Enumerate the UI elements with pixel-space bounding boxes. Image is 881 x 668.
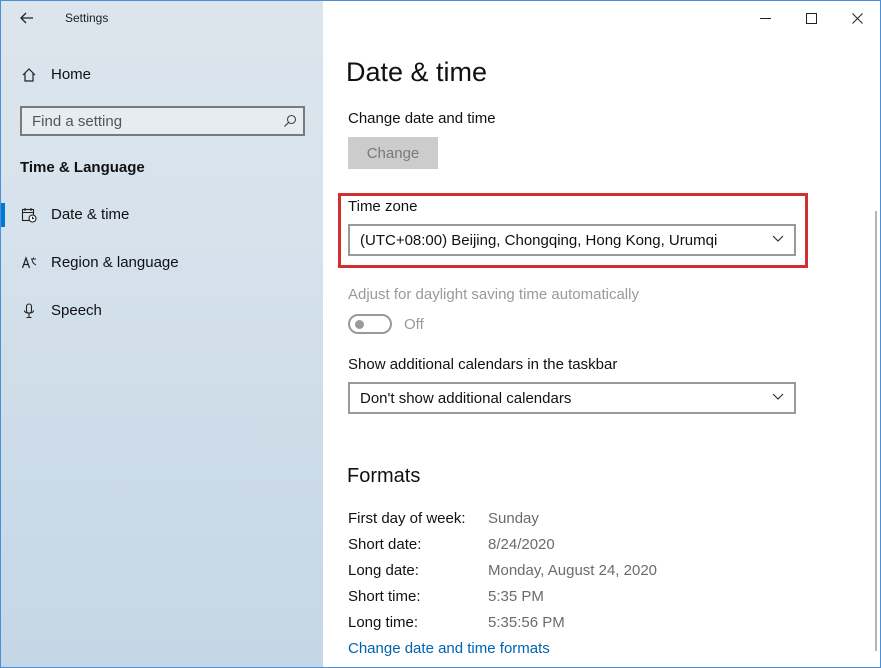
format-value: 8/24/2020 bbox=[488, 536, 555, 553]
dst-label: Adjust for daylight saving time automati… bbox=[348, 286, 639, 303]
time-zone-value: (UTC+08:00) Beijing, Chongqing, Hong Kon… bbox=[360, 232, 718, 249]
calendar-clock-icon bbox=[21, 208, 37, 223]
home-icon bbox=[22, 68, 36, 82]
maximize-button[interactable] bbox=[788, 1, 834, 35]
sidebar-item-label: Home bbox=[51, 66, 92, 83]
sidebar-item-region-language[interactable]: Region & language bbox=[1, 243, 323, 283]
microphone-icon bbox=[23, 303, 35, 319]
search-box[interactable] bbox=[20, 106, 305, 136]
format-value: 5:35:56 PM bbox=[488, 614, 565, 631]
settings-window: Settings Home Time & Language D bbox=[0, 0, 881, 668]
dst-state: Off bbox=[404, 316, 424, 333]
sidebar-item-label: Region & language bbox=[51, 254, 179, 271]
region-language-icon bbox=[21, 256, 37, 269]
sidebar-item-label: Speech bbox=[51, 302, 102, 319]
scrollbar[interactable] bbox=[875, 211, 877, 651]
calendars-dropdown[interactable]: Don't show additional calendars bbox=[348, 382, 796, 414]
back-button[interactable] bbox=[11, 5, 43, 31]
change-button[interactable]: Change bbox=[348, 137, 438, 169]
section-heading: Time & Language bbox=[20, 159, 145, 176]
app-title: Settings bbox=[65, 11, 109, 25]
close-button[interactable] bbox=[834, 1, 880, 35]
minimize-icon bbox=[759, 17, 771, 19]
dst-toggle[interactable] bbox=[348, 314, 392, 334]
formats-heading: Formats bbox=[347, 465, 421, 487]
change-date-label: Change date and time bbox=[348, 110, 496, 127]
back-arrow-icon bbox=[20, 12, 33, 24]
search-icon[interactable] bbox=[283, 114, 297, 128]
maximize-icon bbox=[805, 12, 817, 24]
sidebar-item-speech[interactable]: Speech bbox=[1, 291, 323, 331]
calendars-label: Show additional calendars in the taskbar bbox=[348, 356, 618, 373]
close-icon bbox=[851, 12, 863, 24]
chevron-down-icon bbox=[772, 235, 784, 242]
format-value: 5:35 PM bbox=[488, 588, 544, 605]
sidebar: Settings Home Time & Language D bbox=[1, 1, 323, 667]
format-value: Monday, August 24, 2020 bbox=[488, 562, 658, 579]
minimize-button[interactable] bbox=[742, 1, 788, 35]
sidebar-item-label: Date & time bbox=[51, 206, 130, 223]
title-bar-left: Settings bbox=[1, 1, 323, 35]
search-input[interactable] bbox=[22, 108, 282, 134]
sidebar-item-date-time[interactable]: Date & time bbox=[1, 195, 323, 235]
format-key: Long date: bbox=[348, 562, 419, 579]
toggle-knob bbox=[355, 320, 364, 329]
format-value: Sunday bbox=[488, 510, 539, 527]
change-formats-link[interactable]: Change date and time formats bbox=[348, 640, 550, 657]
sidebar-item-home[interactable]: Home bbox=[1, 59, 323, 91]
selection-indicator bbox=[1, 203, 5, 227]
time-zone-label: Time zone bbox=[348, 198, 418, 215]
format-key: Short date: bbox=[348, 536, 422, 553]
format-key: Short time: bbox=[348, 588, 421, 605]
time-zone-dropdown[interactable]: (UTC+08:00) Beijing, Chongqing, Hong Kon… bbox=[348, 224, 796, 256]
calendars-value: Don't show additional calendars bbox=[360, 390, 572, 407]
format-key: Long time: bbox=[348, 614, 419, 631]
chevron-down-icon bbox=[772, 393, 784, 400]
page-title: Date & time bbox=[346, 57, 488, 87]
format-key: First day of week: bbox=[348, 510, 466, 527]
